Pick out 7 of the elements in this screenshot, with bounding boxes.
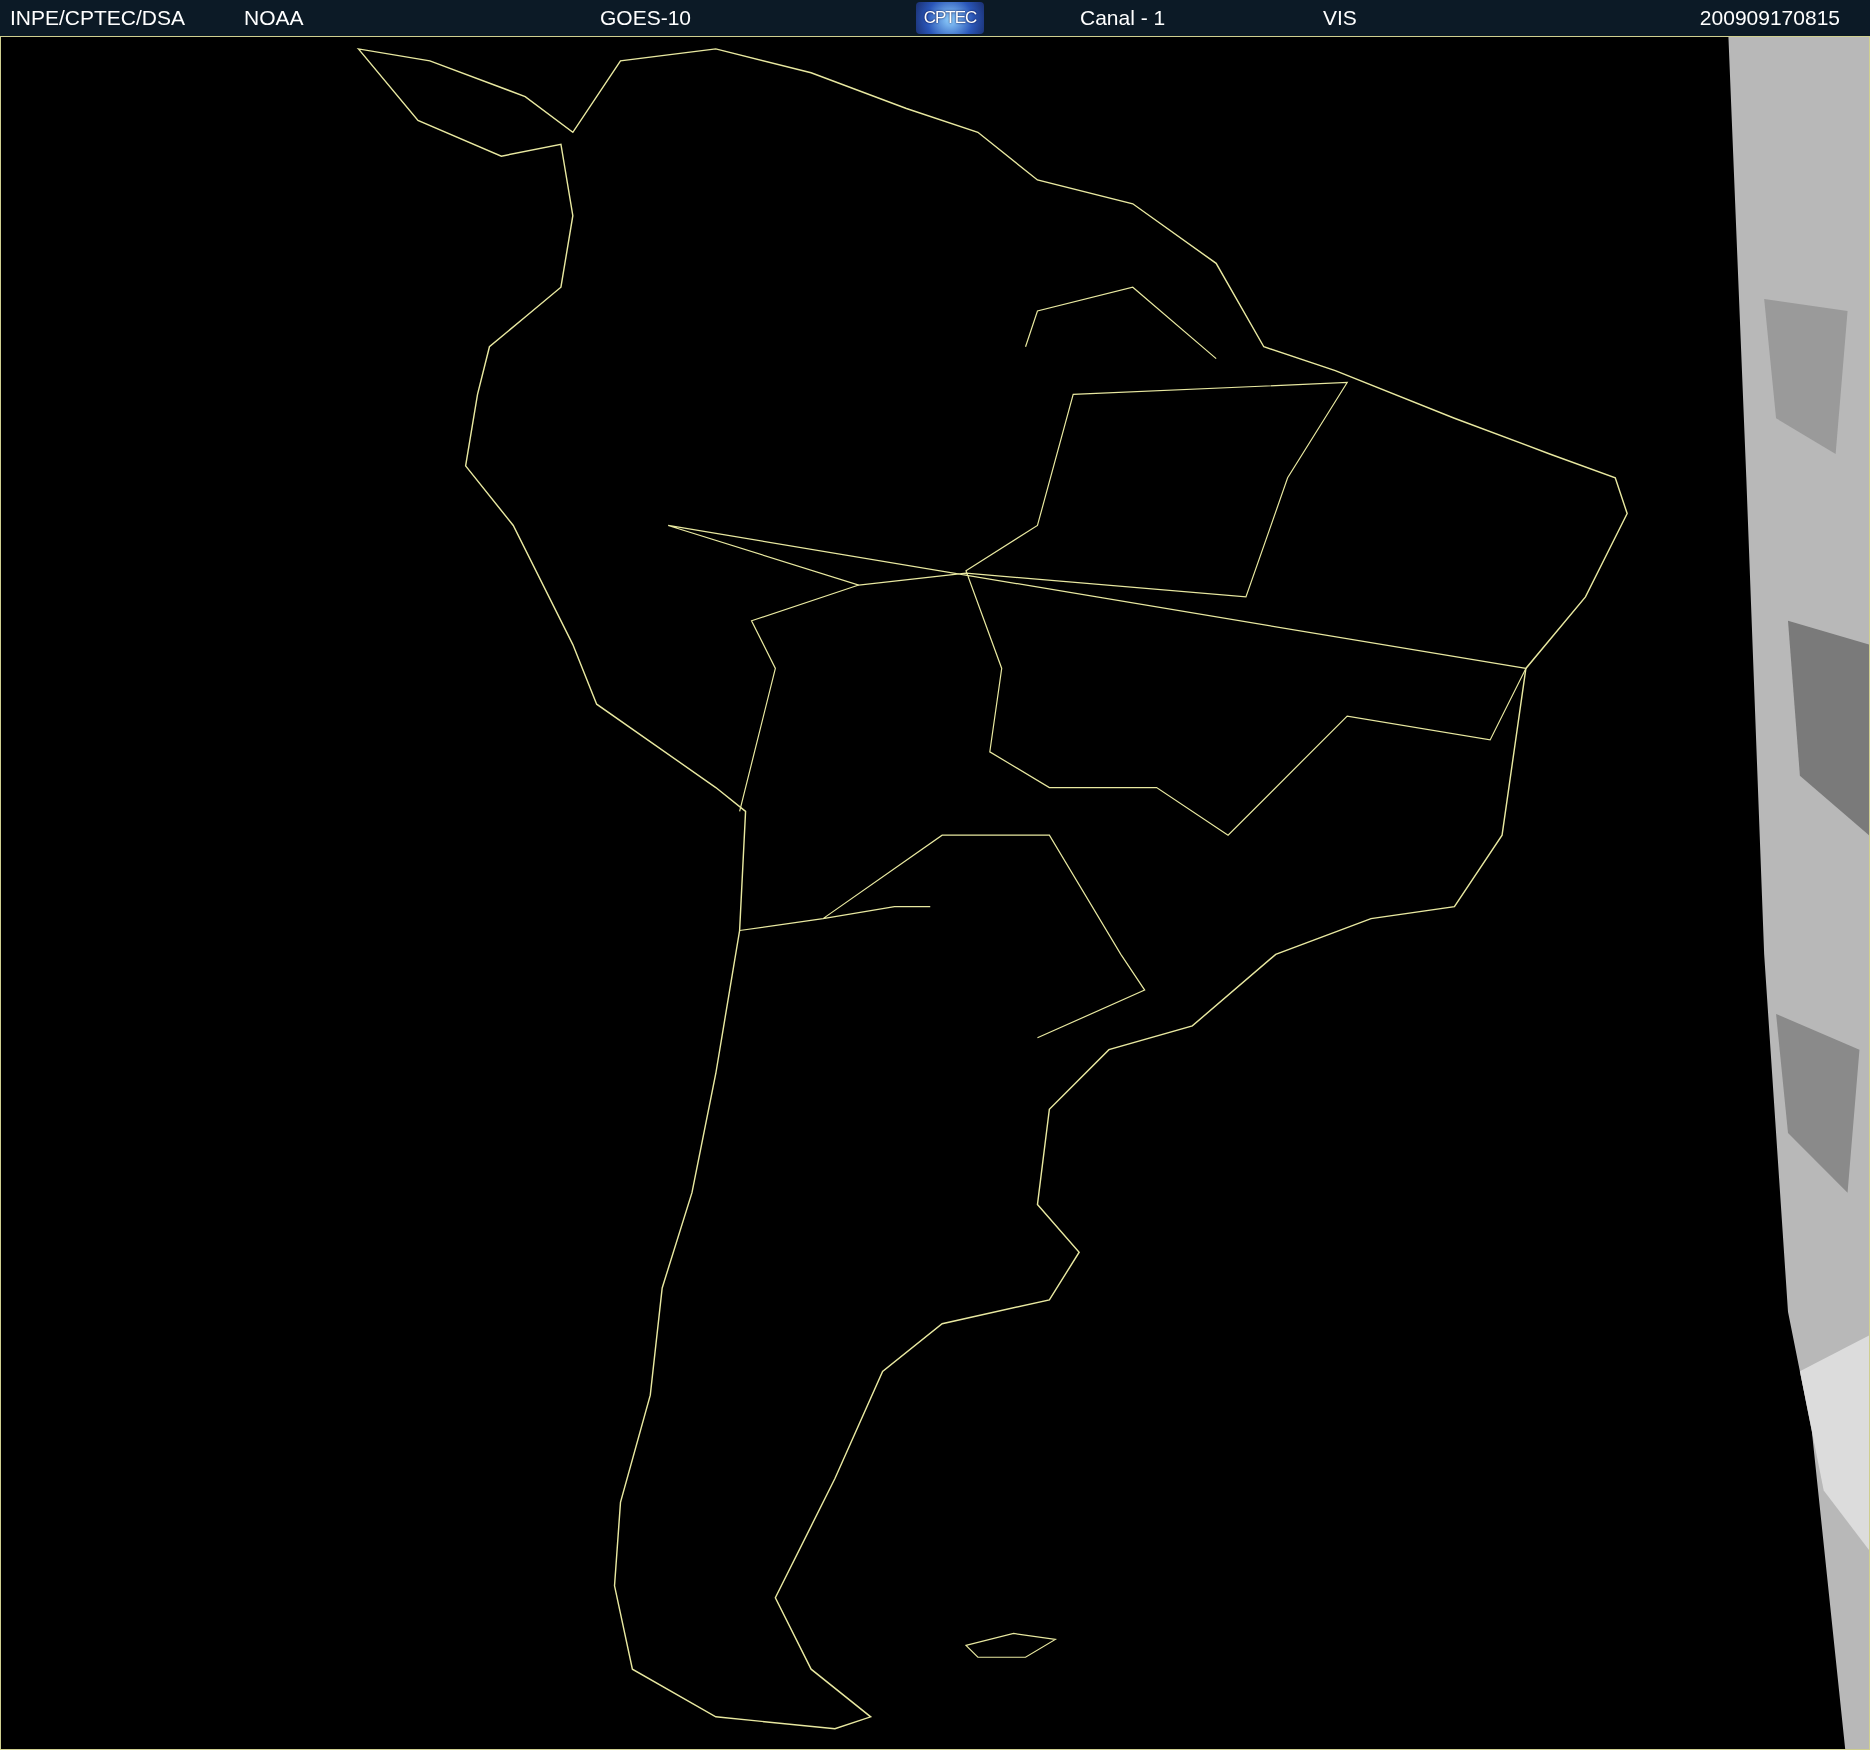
header-label: VIS bbox=[1323, 6, 1357, 30]
logo: CPTEC bbox=[916, 2, 984, 34]
header-label: 200909170815 bbox=[1699, 6, 1840, 30]
header-label: Canal - 1 bbox=[1080, 6, 1166, 30]
header-label: INPE/CPTEC/DSA bbox=[10, 6, 186, 30]
header-label: GOES-10 bbox=[600, 6, 692, 30]
header-label: NOAA bbox=[244, 6, 304, 30]
